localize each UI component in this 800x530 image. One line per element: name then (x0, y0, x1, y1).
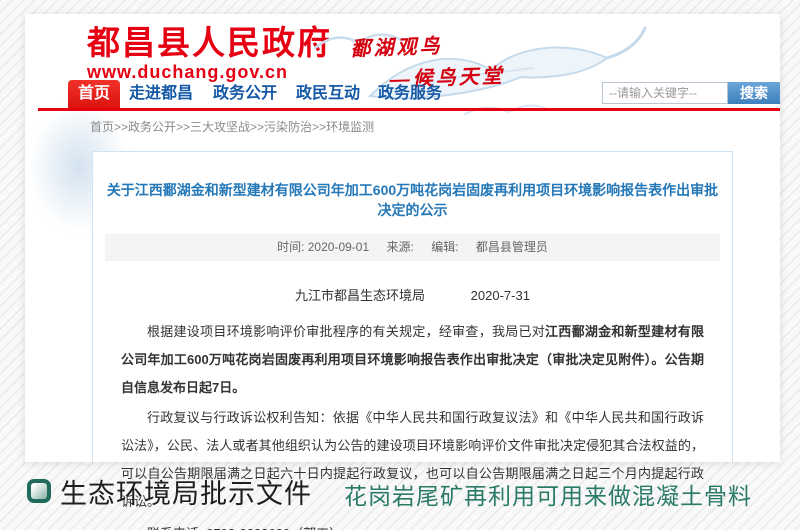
paragraph-approval: 根据建设项目环境影响评价审批程序的有关规定，经审查，我局已对江西鄱湖金和新型建材… (121, 318, 704, 402)
search-button[interactable]: 搜索 (728, 82, 780, 104)
nav-item-services[interactable]: 政务服务 (378, 80, 442, 108)
webpage: 都昌县人民政府 www.duchang.gov.cn 鄱湖观鸟 —候鸟天堂 首页… (25, 14, 780, 462)
article-card: 关于江西鄱湖金和新型建材有限公司年加工600万吨花岗岩固废再利用项目环境影响报告… (92, 151, 733, 462)
nav-tab-home[interactable]: 首页 (68, 80, 120, 108)
meta-source-label: 来源: (387, 240, 414, 254)
search-input[interactable] (602, 82, 728, 104)
bottom-caption: 生态环境局批示文件 花岗岩尾矿再利用可用来做混凝土骨料 (0, 470, 800, 530)
paragraph-approval-normal: 根据建设项目环境影响评价审批程序的有关规定，经审查，我局已对 (147, 324, 545, 339)
slogan-line1: 鄱湖观鸟 (350, 27, 504, 61)
caption-title: 生态环境局批示文件 (60, 472, 312, 511)
site-name: 都昌县人民政府 (87, 26, 332, 61)
caption-note: 花岗岩尾矿再利用可用来做混凝土骨料 (344, 477, 752, 511)
main-nav: 首页 走进都昌 政务公开 政民互动 政务服务 搜索 (25, 80, 780, 111)
caption-bullet-icon (27, 479, 51, 503)
nav-item-about[interactable]: 走进都昌 (129, 80, 193, 108)
issue-date: 2020-7-31 (471, 288, 530, 303)
meta-editor-label: 编辑: (431, 240, 458, 254)
nav-item-gov-info[interactable]: 政务公开 (213, 80, 277, 108)
issuer-name: 九江市都昌生态环境局 (295, 288, 425, 303)
screenshot-canvas: 都昌县人民政府 www.duchang.gov.cn 鄱湖观鸟 —候鸟天堂 首页… (0, 0, 800, 530)
meta-time: 时间: 2020-09-01 (277, 240, 369, 254)
meta-editor-value: 都昌县管理员 (476, 240, 548, 254)
breadcrumb[interactable]: 首页>>政务公开>>三大攻坚战>>污染防治>>环境监测 (90, 118, 374, 135)
nav-underline (38, 108, 780, 111)
article-title: 关于江西鄱湖金和新型建材有限公司年加工600万吨花岗岩固废再利用项目环境影响报告… (103, 180, 722, 220)
nav-item-interaction[interactable]: 政民互动 (296, 80, 360, 108)
issuer-line: 九江市都昌生态环境局 2020-7-31 (93, 285, 732, 304)
article-meta-bar: 时间: 2020-09-01 来源: 编辑: 都昌县管理员 (105, 234, 720, 261)
site-logo[interactable]: 都昌县人民政府 www.duchang.gov.cn (87, 26, 332, 83)
